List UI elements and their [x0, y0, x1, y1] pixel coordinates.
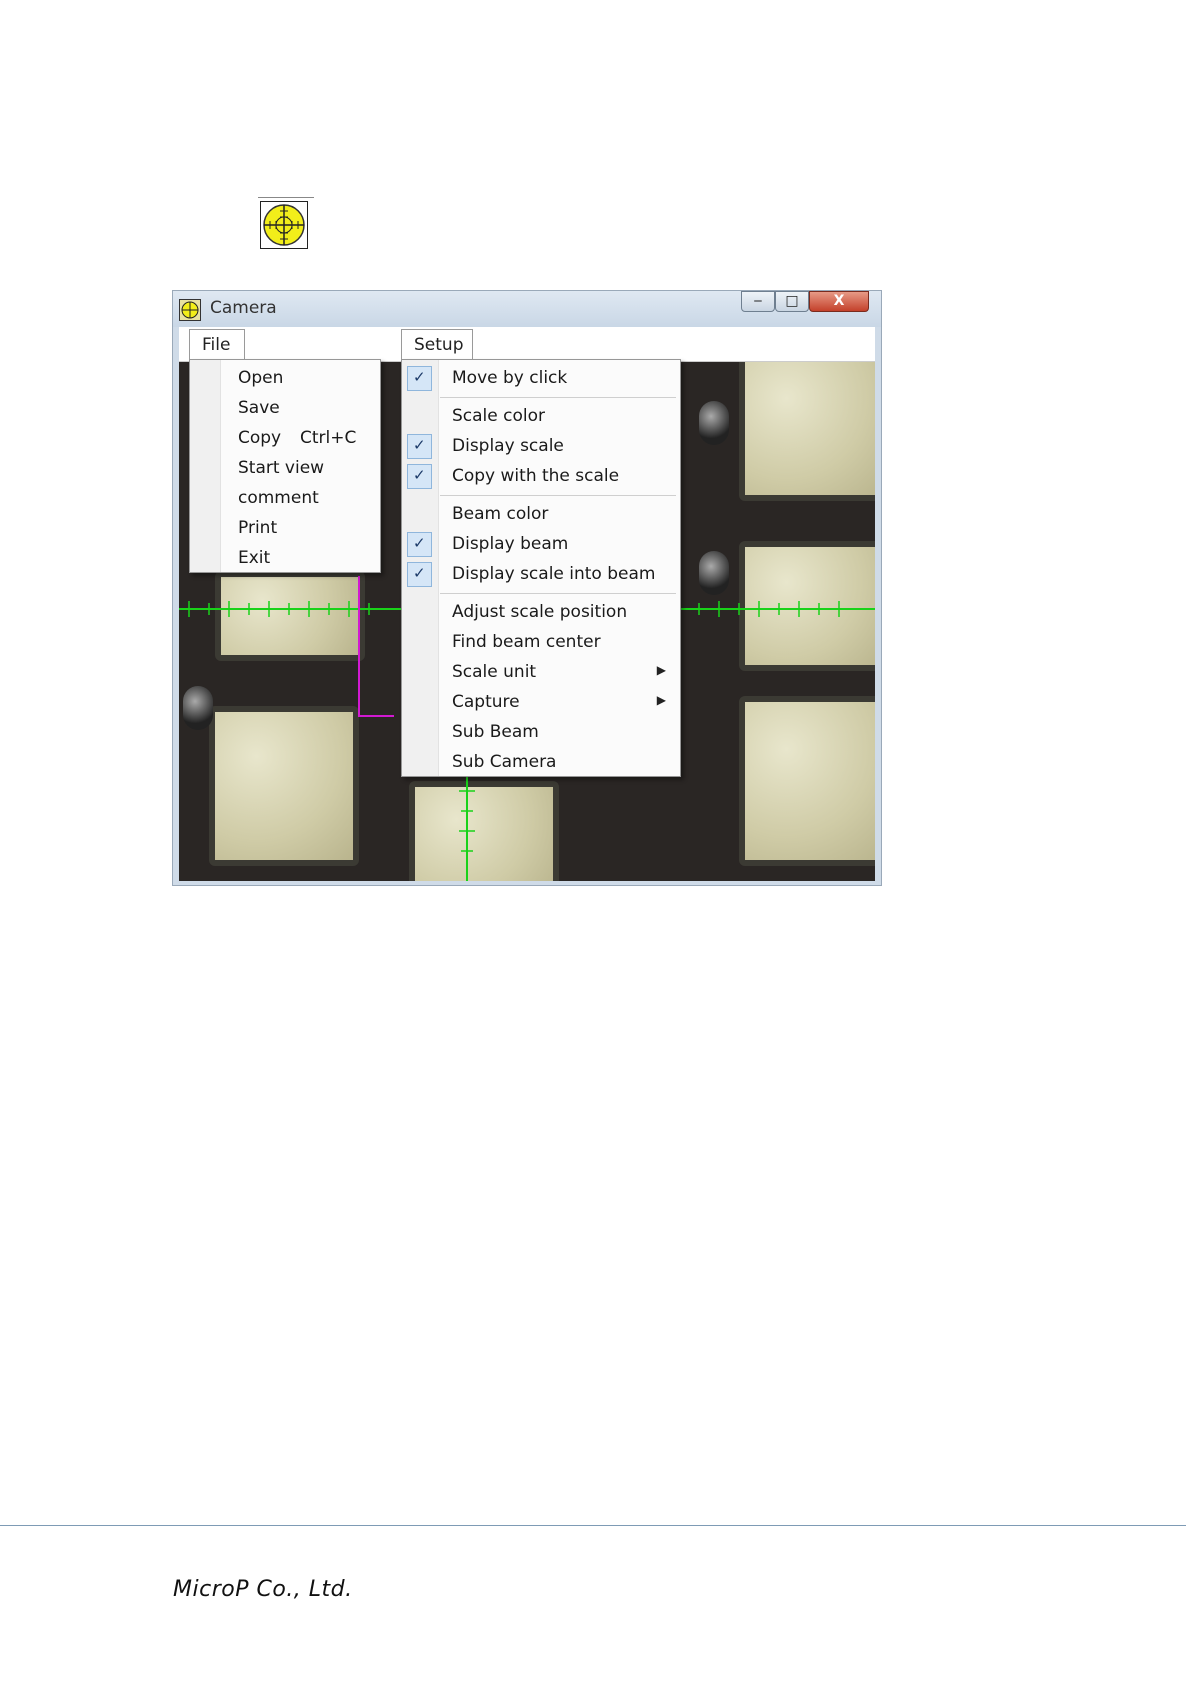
divider — [258, 197, 314, 198]
menu-item-adjust-scale-position[interactable]: Adjust scale position — [402, 597, 680, 627]
menu-item-label: Display scale into beam — [452, 564, 656, 584]
menu-item-sub-beam[interactable]: Sub Beam — [402, 717, 680, 747]
footer-divider — [0, 1525, 1186, 1526]
menu-item-label: Scale unit — [452, 662, 537, 682]
menu-item-find-beam-center[interactable]: Find beam center — [402, 627, 680, 657]
menu-item-copy-with-scale[interactable]: ✓ Copy with the scale — [402, 461, 680, 491]
menu-file-label: File — [202, 335, 231, 355]
menu-item-shortcut: Ctrl+C — [300, 428, 357, 448]
menu-item-label: Scale color — [452, 406, 546, 426]
menu-item-exit[interactable]: Exit — [190, 543, 380, 573]
file-menu: Open Save Copy Ctrl+C Start view comment… — [189, 359, 381, 573]
menu-item-label: Print — [238, 518, 278, 538]
window-title: Camera — [210, 298, 277, 318]
menu-item-label: Capture — [452, 692, 520, 712]
menu-item-label: Save — [238, 398, 280, 418]
menu-item-comment[interactable]: comment — [190, 483, 380, 513]
camera-window: Camera ‒ □ X File Setup Open Save Copy C… — [172, 290, 882, 886]
client-area: File Setup Open Save Copy Ctrl+C Start v… — [179, 327, 875, 881]
menu-item-label: Display scale — [452, 436, 564, 456]
menu-item-print[interactable]: Print — [190, 513, 380, 543]
menu-item-label: Sub Beam — [452, 722, 539, 742]
submenu-arrow-icon: ▶ — [656, 663, 666, 677]
title-bar[interactable]: Camera ‒ □ X — [173, 291, 881, 327]
minimize-button[interactable]: ‒ — [741, 291, 775, 312]
menu-item-label: Exit — [238, 548, 271, 568]
menu-item-beam-color[interactable]: Beam color — [402, 499, 680, 529]
crosshair-target-icon — [179, 299, 201, 321]
menu-item-label: Copy — [238, 428, 282, 448]
maximize-button[interactable]: □ — [775, 291, 809, 312]
check-icon: ✓ — [407, 532, 432, 557]
menu-item-label: Move by click — [452, 368, 568, 388]
maximize-icon: □ — [785, 293, 799, 309]
menu-item-label: Open — [238, 368, 284, 388]
menu-item-label: Start view — [238, 458, 325, 478]
check-icon: ✓ — [407, 366, 432, 391]
menu-item-label: Display beam — [452, 534, 569, 554]
crosshair-toolbar-button[interactable] — [258, 197, 314, 253]
menu-item-start-view[interactable]: Start view — [190, 453, 380, 483]
close-icon: X — [833, 293, 845, 309]
setup-menu: ✓ Move by click Scale color ✓ Display sc… — [401, 359, 681, 777]
menu-separator — [440, 495, 676, 496]
menu-item-label: Sub Camera — [452, 752, 557, 772]
menu-file[interactable]: File — [189, 329, 245, 361]
menu-setup-label: Setup — [414, 335, 464, 355]
minimize-icon: ‒ — [753, 293, 763, 309]
menu-item-display-scale-into-beam[interactable]: ✓ Display scale into beam — [402, 559, 680, 589]
menu-item-label: Beam color — [452, 504, 549, 524]
menu-bar: File Setup — [179, 327, 875, 362]
check-icon: ✓ — [407, 464, 432, 489]
menu-item-open[interactable]: Open — [190, 363, 380, 393]
menu-item-label: Adjust scale position — [452, 602, 628, 622]
menu-item-display-scale[interactable]: ✓ Display scale — [402, 431, 680, 461]
check-icon: ✓ — [407, 562, 432, 587]
menu-item-save[interactable]: Save — [190, 393, 380, 423]
crosshair-target-icon — [260, 201, 308, 249]
menu-item-move-by-click[interactable]: ✓ Move by click — [402, 363, 680, 393]
close-button[interactable]: X — [809, 291, 869, 312]
menu-item-scale-unit[interactable]: Scale unit ▶ — [402, 657, 680, 687]
menu-setup[interactable]: Setup — [401, 329, 473, 361]
footer-company: MicroP Co., Ltd. — [173, 1577, 353, 1602]
menu-item-capture[interactable]: Capture ▶ — [402, 687, 680, 717]
menu-separator — [440, 593, 676, 594]
menu-item-sub-camera[interactable]: Sub Camera — [402, 747, 680, 777]
submenu-arrow-icon: ▶ — [656, 693, 666, 707]
menu-item-scale-color[interactable]: Scale color — [402, 401, 680, 431]
check-icon: ✓ — [407, 434, 432, 459]
menu-item-display-beam[interactable]: ✓ Display beam — [402, 529, 680, 559]
menu-item-label: comment — [238, 488, 319, 508]
menu-item-label: Find beam center — [452, 632, 601, 652]
menu-separator — [440, 397, 676, 398]
menu-item-copy[interactable]: Copy Ctrl+C — [190, 423, 380, 453]
menu-item-label: Copy with the scale — [452, 466, 620, 486]
